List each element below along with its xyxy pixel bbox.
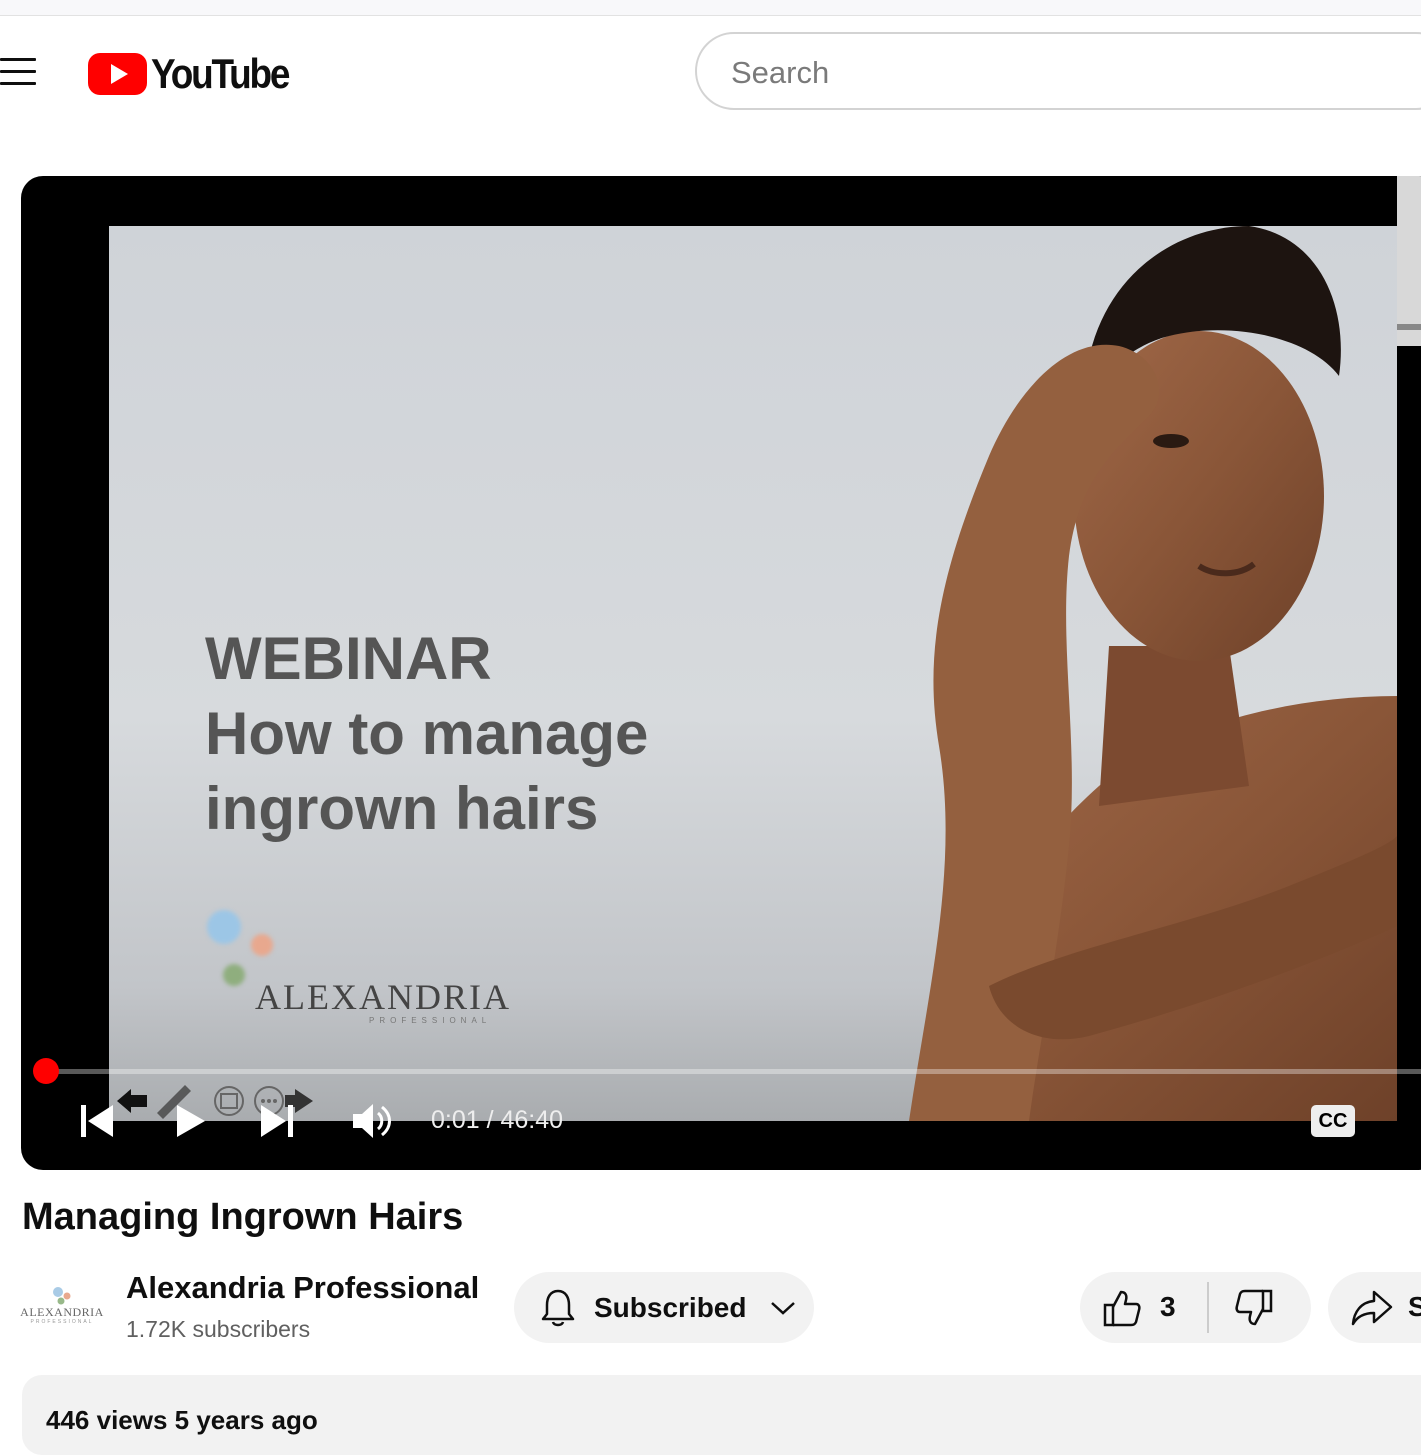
description-box[interactable]: 446 views 5 years ago bbox=[22, 1375, 1421, 1455]
subscribed-button[interactable]: Subscribed bbox=[514, 1272, 814, 1343]
like-button[interactable]: 3 bbox=[1080, 1272, 1206, 1343]
slide-line-webinar: WEBINAR bbox=[205, 625, 492, 692]
youtube-wordmark: YouTube bbox=[151, 50, 290, 97]
channel-avatar[interactable]: ALEXANDRIA PROFESSIONAL bbox=[20, 1285, 104, 1335]
slide-text: WEBINAR How to manage ingrown hairs bbox=[205, 621, 648, 846]
subscribed-label: Subscribed bbox=[594, 1291, 747, 1323]
youtube-play-icon bbox=[88, 53, 147, 95]
share-button[interactable]: Share bbox=[1328, 1272, 1421, 1343]
avatar-brand-text: ALEXANDRIA bbox=[20, 1305, 104, 1319]
previous-icon[interactable] bbox=[79, 1103, 115, 1139]
search-box[interactable] bbox=[695, 32, 1421, 110]
hamburger-menu-icon[interactable] bbox=[0, 58, 38, 88]
captions-button[interactable]: CC bbox=[1311, 1105, 1355, 1137]
slide-line-title-1: How to manage bbox=[205, 700, 649, 767]
slide-brand-name: ALEXANDRIA bbox=[255, 977, 511, 1017]
next-icon[interactable] bbox=[259, 1103, 295, 1139]
slide-line-title-2: ingrown hairs bbox=[205, 775, 599, 842]
thumbs-down-icon bbox=[1235, 1289, 1273, 1326]
player-side-strip bbox=[1397, 176, 1421, 346]
volume-icon[interactable] bbox=[351, 1101, 393, 1141]
subscriber-count: 1.72K subscribers bbox=[126, 1316, 311, 1342]
chevron-down-icon bbox=[771, 1301, 796, 1315]
video-title: Managing Ingrown Hairs bbox=[22, 1196, 464, 1238]
like-dislike-group: 3 bbox=[1080, 1272, 1311, 1343]
search-input[interactable] bbox=[729, 54, 1333, 92]
progress-bar[interactable] bbox=[45, 1069, 1421, 1074]
slide-brand-sub: PROFESSIONAL bbox=[369, 1016, 492, 1025]
video-player[interactable]: WEBINAR How to manage ingrown hairs ALEX… bbox=[21, 176, 1421, 1170]
progress-scrubber[interactable] bbox=[33, 1058, 59, 1084]
thumbs-up-icon bbox=[1103, 1290, 1141, 1327]
share-arrow-icon bbox=[1351, 1290, 1393, 1326]
browser-top-strip bbox=[0, 0, 1421, 16]
views-and-date: 446 views 5 years ago bbox=[46, 1405, 318, 1435]
like-divider bbox=[1207, 1282, 1209, 1333]
dislike-button[interactable] bbox=[1210, 1272, 1311, 1343]
model-photo bbox=[909, 226, 1397, 1121]
time-display: 0:01 / 46:40 bbox=[431, 1106, 564, 1134]
video-frame: WEBINAR How to manage ingrown hairs ALEX… bbox=[109, 226, 1397, 1121]
share-label: Share bbox=[1408, 1291, 1421, 1322]
play-icon[interactable] bbox=[173, 1103, 207, 1139]
bell-icon bbox=[541, 1289, 575, 1326]
like-count: 3 bbox=[1160, 1291, 1176, 1322]
avatar-dots-icon bbox=[53, 1287, 71, 1305]
channel-name[interactable]: Alexandria Professional bbox=[126, 1270, 479, 1306]
youtube-logo[interactable]: YouTube bbox=[88, 50, 307, 98]
avatar-brand-sub: PROFESSIONAL bbox=[30, 1319, 94, 1325]
